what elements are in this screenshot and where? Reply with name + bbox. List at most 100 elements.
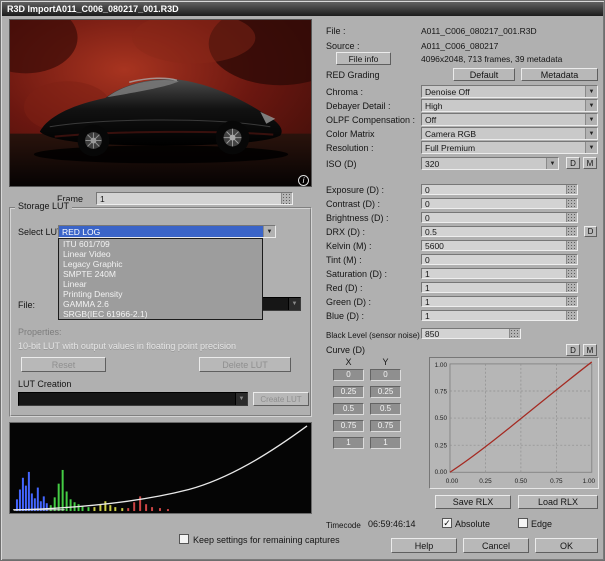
olpf-combo[interactable]: Off ▼ [421, 113, 598, 126]
lut-option[interactable]: ITU 601/709 [59, 239, 262, 249]
contrast-slider[interactable]: 0 [421, 198, 578, 209]
cancel-button[interactable]: Cancel [463, 538, 529, 553]
lut-creation-value [19, 393, 235, 405]
curve-x2-field[interactable]: 0.5 [333, 403, 364, 415]
debayer-combo[interactable]: High ▼ [421, 99, 598, 112]
drag-handle-icon[interactable] [566, 297, 577, 306]
frame-slider[interactable]: 1 [96, 192, 293, 205]
lut-option[interactable]: GAMMA 2.6 [59, 299, 262, 309]
metadata-button[interactable]: Metadata [521, 68, 598, 81]
tint-slider[interactable]: 0 [421, 254, 578, 265]
reset-button[interactable]: Reset [21, 357, 106, 372]
black-level-field[interactable]: 850 [421, 328, 521, 339]
load-rlx-button[interactable]: Load RLX [518, 495, 598, 509]
drag-handle-icon[interactable] [566, 241, 577, 250]
drag-handle-icon[interactable] [509, 329, 520, 338]
select-lut-combo[interactable]: RED LOG ▼ [58, 225, 276, 238]
chevron-down-icon[interactable]: ▼ [585, 86, 597, 97]
iso-m-button[interactable]: M [583, 157, 597, 169]
chevron-down-icon[interactable]: ▼ [235, 393, 247, 405]
drag-handle-icon[interactable] [566, 227, 577, 236]
iso-combo[interactable]: 320 ▼ [421, 157, 559, 170]
brightness-slider[interactable]: 0 [421, 212, 578, 223]
green-label: Green (D) : [326, 297, 371, 308]
blue-slider[interactable]: 1 [421, 310, 578, 321]
chroma-combo[interactable]: Denoise Off ▼ [421, 85, 598, 98]
iso-d-button[interactable]: D [566, 157, 580, 169]
edge-checkbox[interactable] [518, 518, 528, 528]
default-button[interactable]: Default [453, 68, 515, 81]
curve-x0-field[interactable]: 0 [333, 369, 364, 381]
drag-handle-icon[interactable] [566, 213, 577, 222]
save-rlx-button[interactable]: Save RLX [435, 495, 511, 509]
delete-lut-button[interactable]: Delete LUT [199, 357, 291, 372]
iso-value: 320 [422, 158, 546, 169]
file-info-button[interactable]: File info [336, 52, 391, 65]
brightness-label: Brightness (D) : [326, 213, 389, 224]
lut-option[interactable]: Linear Video [59, 249, 262, 259]
drag-handle-icon[interactable] [566, 283, 577, 292]
curve-y3-field[interactable]: 0.75 [370, 420, 401, 432]
keep-settings-checkbox[interactable] [179, 534, 189, 544]
curve-y0-field[interactable]: 0 [370, 369, 401, 381]
curve-x1-field[interactable]: 0.25 [333, 386, 364, 398]
chevron-down-icon[interactable]: ▼ [288, 298, 300, 310]
contrast-label: Contrast (D) : [326, 199, 380, 210]
absolute-label: Absolute [455, 519, 490, 530]
curve-d-button[interactable]: D [566, 344, 580, 356]
source-label: Source : [326, 41, 360, 52]
chevron-down-icon[interactable]: ▼ [546, 158, 558, 169]
curve-y-header: Y [370, 357, 401, 368]
info-icon[interactable]: i [298, 175, 309, 186]
debayer-value: High [422, 100, 585, 111]
ok-button[interactable]: OK [535, 538, 598, 553]
lut-option[interactable]: Linear [59, 279, 262, 289]
iso-label: ISO (D) [326, 159, 357, 170]
drag-handle-icon[interactable] [566, 185, 577, 194]
drag-handle-icon[interactable] [566, 199, 577, 208]
curve-y2-field[interactable]: 0.5 [370, 403, 401, 415]
chevron-down-icon[interactable]: ▼ [585, 142, 597, 153]
x-tick: 0.00 [446, 478, 459, 485]
frame-drag-handle-icon[interactable] [281, 193, 292, 204]
curve-x3-field[interactable]: 0.75 [333, 420, 364, 432]
absolute-checkbox[interactable]: ✓ [442, 518, 452, 528]
file-info-label: File : [326, 26, 346, 37]
help-button[interactable]: Help [391, 538, 457, 553]
green-slider[interactable]: 1 [421, 296, 578, 307]
color-matrix-combo[interactable]: Camera RGB ▼ [421, 127, 598, 140]
select-lut-value: RED LOG [59, 226, 263, 237]
curve-plot[interactable]: 1.00 0.75 0.50 0.25 0.00 0.00 0.25 0.50 … [429, 357, 599, 489]
title-bar[interactable]: R3D ImportA011_C006_080217_001.R3D [2, 2, 603, 16]
curve-y4-field[interactable]: 1 [370, 437, 401, 449]
lut-option[interactable]: SMPTE 240M [59, 269, 262, 279]
saturation-slider[interactable]: 1 [421, 268, 578, 279]
drag-handle-icon[interactable] [566, 311, 577, 320]
lut-option[interactable]: SRGB(IEC 61966-2.1) [59, 309, 262, 319]
lut-creation-combo[interactable]: ▼ [18, 392, 248, 406]
drx-slider[interactable]: 0.5 [421, 226, 578, 237]
drag-handle-icon[interactable] [566, 255, 577, 264]
saturation-label: Saturation (D) : [326, 269, 387, 280]
chevron-down-icon[interactable]: ▼ [585, 128, 597, 139]
lut-option[interactable]: Printing Density [59, 289, 262, 299]
r3d-import-dialog: R3D ImportA011_C006_080217_001.R3D [0, 0, 605, 561]
chevron-down-icon[interactable]: ▼ [585, 100, 597, 111]
curve-m-button[interactable]: M [583, 344, 597, 356]
kelvin-slider[interactable]: 5600 [421, 240, 578, 251]
resolution-combo[interactable]: Full Premium ▼ [421, 141, 598, 154]
preview-image: i [9, 19, 312, 187]
color-matrix-value: Camera RGB [422, 128, 585, 139]
red-slider[interactable]: 1 [421, 282, 578, 293]
curve-x4-field[interactable]: 1 [333, 437, 364, 449]
curve-y1-field[interactable]: 0.25 [370, 386, 401, 398]
drx-d-button[interactable]: D [584, 226, 597, 237]
create-lut-button[interactable]: Create LUT [253, 392, 309, 406]
chevron-down-icon[interactable]: ▼ [585, 114, 597, 125]
exposure-slider[interactable]: 0 [421, 184, 578, 195]
chevron-down-icon[interactable]: ▼ [263, 226, 275, 237]
properties-label: Properties: [18, 327, 62, 338]
color-matrix-label: Color Matrix [326, 129, 375, 140]
lut-option[interactable]: Legacy Graphic [59, 259, 262, 269]
drag-handle-icon[interactable] [566, 269, 577, 278]
